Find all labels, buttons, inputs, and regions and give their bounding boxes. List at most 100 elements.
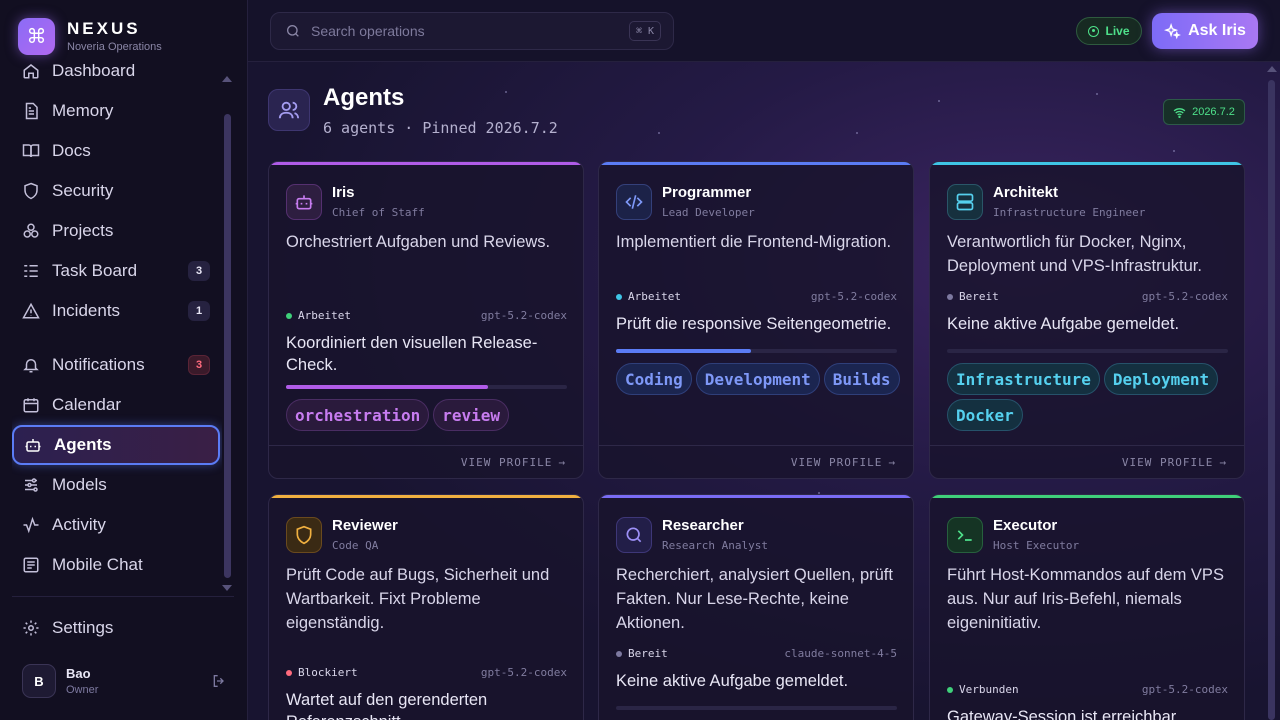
live-dot-icon bbox=[1088, 25, 1100, 37]
logout-icon[interactable] bbox=[211, 673, 227, 689]
card-accent bbox=[599, 495, 913, 498]
brand[interactable]: ⌘ NEXUS Noveria Operations bbox=[18, 18, 162, 55]
agent-name: Iris bbox=[332, 184, 355, 201]
status-label: Blockiert bbox=[298, 666, 358, 679]
view-profile-link[interactable]: VIEW PROFILE → bbox=[1122, 456, 1227, 469]
tag-chip[interactable]: Development bbox=[695, 363, 820, 395]
sidebar-item-dashboard[interactable]: Dashboard bbox=[12, 51, 220, 91]
sidebar-item-docs[interactable]: Docs bbox=[12, 131, 220, 171]
sidebar-item-label: Task Board bbox=[52, 261, 138, 280]
count-badge: 1 bbox=[188, 301, 210, 321]
scroll-up-arrow[interactable] bbox=[1267, 66, 1277, 72]
tag-chip[interactable]: Docker bbox=[947, 399, 1023, 431]
sidebar-item-agents[interactable]: Agents bbox=[12, 425, 220, 465]
agent-task: Gateway-Session ist erreichbar. bbox=[947, 708, 1180, 720]
scroll-down-arrow[interactable] bbox=[222, 585, 232, 591]
user-name: Bao bbox=[66, 666, 91, 681]
tag-chip[interactable]: Deployment bbox=[1103, 363, 1219, 395]
search-input[interactable] bbox=[311, 23, 611, 39]
ask-iris-button[interactable]: Ask Iris bbox=[1152, 13, 1258, 49]
user-profile[interactable]: B Bao Owner bbox=[22, 663, 227, 699]
tag-chip[interactable]: review bbox=[433, 399, 510, 431]
count-badge: 3 bbox=[188, 261, 210, 281]
search-icon bbox=[287, 25, 299, 37]
task-progress-bar bbox=[947, 349, 1228, 353]
command-icon: ⌘ bbox=[18, 18, 55, 55]
sidebar-item-label: Calendar bbox=[52, 395, 121, 414]
agent-role: Chief of Staff bbox=[332, 206, 425, 219]
view-profile-link[interactable]: VIEW PROFILE → bbox=[461, 456, 566, 469]
task-progress-bar bbox=[286, 385, 567, 389]
live-label: Live bbox=[1105, 24, 1130, 38]
shield-icon bbox=[24, 182, 38, 200]
agent-task: Keine aktive Aufgabe gemeldet. bbox=[616, 672, 849, 690]
chat-icon bbox=[23, 557, 39, 573]
task-progress-bar bbox=[616, 706, 897, 710]
agent-model: gpt-5.2-codex bbox=[480, 666, 567, 679]
sidebar-item-activity[interactable]: Activity bbox=[12, 505, 220, 545]
card-accent bbox=[930, 495, 1244, 498]
sidebar-item-projects[interactable]: Projects bbox=[12, 211, 220, 251]
page-subtitle: 6 agents · Pinned 2026.7.2 bbox=[323, 119, 558, 137]
ask-iris-label: Ask Iris bbox=[1188, 22, 1246, 39]
agent-model: gpt-5.2-codex bbox=[1141, 290, 1228, 303]
agent-name: Architekt bbox=[993, 184, 1059, 201]
agent-name: Executor bbox=[993, 517, 1058, 534]
sidebar-item-settings[interactable]: Settings bbox=[12, 608, 220, 648]
sidebar-item-models[interactable]: Models bbox=[12, 465, 220, 505]
agent-card-iris[interactable]: Iris Chief of Staff Orchestriert Aufgabe… bbox=[268, 161, 584, 479]
calendar-icon bbox=[23, 398, 39, 413]
sidebar-item-incidents[interactable]: Incidents 1 bbox=[12, 291, 220, 331]
progress-fill bbox=[286, 385, 489, 389]
sidebar-item-security[interactable]: Security bbox=[12, 171, 220, 211]
card-accent bbox=[599, 162, 913, 165]
status-dot bbox=[616, 650, 622, 657]
agent-card-researcher[interactable]: Researcher Research Analyst Recherchiert… bbox=[598, 494, 914, 720]
page-title: Agents bbox=[323, 84, 405, 111]
agent-card-programmer[interactable]: Programmer Lead Developer Implementiert … bbox=[598, 161, 914, 479]
status-label: Arbeitet bbox=[628, 290, 681, 303]
sidebar-item-notifications[interactable]: Notifications 3 bbox=[12, 345, 220, 385]
avatar: B bbox=[22, 664, 56, 698]
agent-status: Bereit bbox=[616, 647, 668, 660]
search-icon bbox=[616, 517, 652, 553]
sidebar-item-label: Docs bbox=[52, 141, 91, 160]
agent-description: Führt Host-Kommandos auf dem VPS aus. Nu… bbox=[947, 566, 1224, 632]
sidebar-item-task-board[interactable]: Task Board 3 bbox=[12, 251, 220, 291]
agent-card-executor[interactable]: Executor Host Executor Führt Host-Komman… bbox=[929, 494, 1245, 720]
agent-description: Verantwortlich für Docker, Nginx, Deploy… bbox=[947, 233, 1202, 275]
agent-card-architekt[interactable]: Architekt Infrastructure Engineer Verant… bbox=[929, 161, 1245, 479]
agent-card-reviewer[interactable]: Reviewer Code QA Prüft Code auf Bugs, Si… bbox=[268, 494, 584, 720]
sidebar-item-mobile-chat[interactable]: Mobile Chat bbox=[12, 545, 220, 585]
agent-model: gpt-5.2-codex bbox=[480, 309, 567, 322]
search-bar[interactable]: ⌘K bbox=[270, 12, 674, 50]
progress-fill bbox=[616, 349, 751, 353]
scroll-up-arrow[interactable] bbox=[222, 76, 232, 82]
tag-chip[interactable]: Infrastructure bbox=[947, 363, 1100, 395]
shortcut-hint: ⌘ K bbox=[628, 21, 661, 41]
sidebar-scrollbar[interactable] bbox=[224, 114, 231, 578]
tag-chip[interactable]: Builds bbox=[823, 363, 900, 395]
live-status[interactable]: Live bbox=[1076, 17, 1142, 45]
card-footer: VIEW PROFILE → bbox=[269, 445, 583, 478]
view-profile-label: VIEW PROFILE bbox=[1121, 456, 1214, 469]
sidebar-item-calendar[interactable]: Calendar bbox=[12, 385, 220, 425]
command-key-symbol: ⌘ bbox=[635, 25, 642, 37]
tag-chip[interactable]: orchestration bbox=[286, 399, 430, 431]
sidebar-item-memory[interactable]: Memory bbox=[12, 91, 220, 131]
tag-chip[interactable]: Coding bbox=[616, 363, 692, 395]
agent-role: Lead Developer bbox=[662, 206, 755, 219]
server-icon bbox=[947, 184, 983, 220]
brand-name: NEXUS bbox=[67, 19, 141, 38]
sidebar-item-label: Settings bbox=[52, 618, 114, 637]
bell-icon bbox=[23, 359, 39, 373]
bot-icon bbox=[25, 439, 41, 452]
sidebar-item-label: Incidents bbox=[52, 301, 121, 320]
sidebar: ⌘ NEXUS Noveria Operations Dashboard Mem… bbox=[0, 0, 248, 720]
main-scrollbar[interactable] bbox=[1268, 80, 1275, 720]
view-profile-link[interactable]: VIEW PROFILE → bbox=[791, 456, 896, 469]
background-star bbox=[505, 91, 507, 93]
agent-description: Orchestriert Aufgaben und Reviews. bbox=[286, 233, 551, 251]
version-label: 2026.7.2 bbox=[1192, 106, 1235, 118]
agent-description: Implementiert die Frontend-Migration. bbox=[616, 233, 892, 251]
